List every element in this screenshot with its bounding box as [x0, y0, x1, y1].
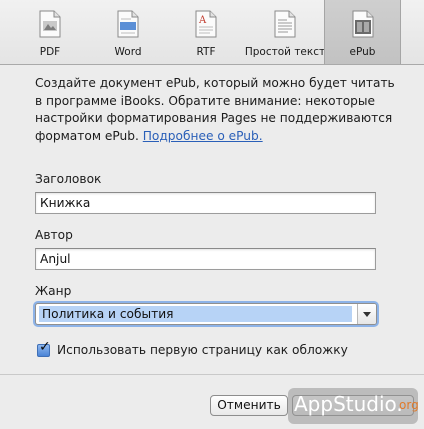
epub-document-icon [352, 10, 373, 38]
tab-rtf[interactable]: A RTF [178, 0, 234, 64]
tab-word[interactable]: Word [100, 0, 156, 64]
cover-checkbox[interactable]: ✓ [37, 340, 51, 357]
divider [0, 374, 424, 375]
format-toolbar: PDF Word A RTF Простой текст ePub [0, 0, 424, 65]
chevron-down-icon[interactable] [357, 304, 376, 324]
watermark-suffix: org [399, 398, 419, 412]
export-dialog: PDF Word A RTF Простой текст ePub Создай… [0, 0, 424, 429]
tab-plain-text-label: Простой текст [244, 46, 326, 58]
word-document-icon [117, 10, 139, 38]
watermark-text: AppStudio. [294, 392, 403, 416]
pdf-document-icon [39, 10, 61, 38]
svg-text:A: A [198, 15, 207, 26]
learn-more-epub-link[interactable]: Подробнее о ePub. [143, 129, 263, 143]
rtf-document-icon: A [195, 10, 217, 38]
tab-pdf[interactable]: PDF [22, 0, 78, 64]
watermark: AppStudio. org [288, 388, 419, 424]
cover-checkbox-label: Использовать первую страницу как обложку [57, 343, 348, 357]
epub-description: Создайте документ ePub, который можно бу… [35, 75, 405, 145]
genre-label: Жанр [35, 284, 72, 298]
tab-epub-label: ePub [349, 46, 376, 58]
genre-select[interactable]: Политика и события [35, 303, 377, 325]
tab-pdf-label: PDF [39, 46, 61, 58]
cancel-button[interactable]: Отменить [210, 395, 288, 416]
author-label: Автор [35, 228, 73, 242]
checkmark-icon: ✓ [39, 339, 51, 355]
tab-epub[interactable]: ePub [324, 0, 401, 64]
tab-word-label: Word [114, 46, 142, 58]
title-label: Заголовок [35, 172, 102, 186]
genre-selected-value: Политика и события [39, 306, 352, 322]
plain-text-document-icon [274, 10, 296, 38]
tab-plain-text[interactable]: Простой текст [244, 0, 326, 64]
title-input[interactable] [35, 192, 376, 214]
tab-rtf-label: RTF [196, 46, 216, 58]
author-input[interactable] [35, 248, 376, 270]
